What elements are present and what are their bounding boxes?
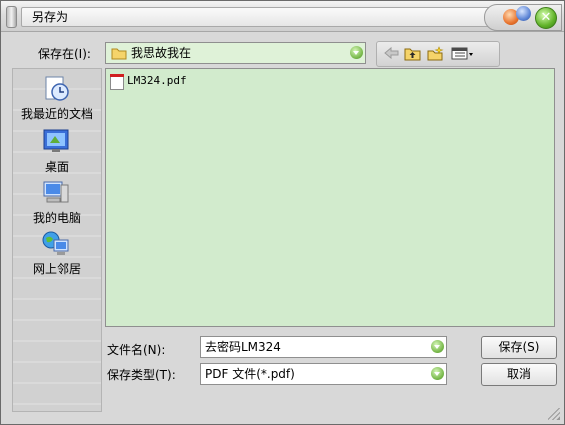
place-desktop[interactable]: 桌面 bbox=[13, 125, 101, 175]
file-name: LM324.pdf bbox=[127, 74, 187, 87]
network-places-icon bbox=[42, 231, 69, 255]
filetype-value: PDF 文件(*.pdf) bbox=[205, 367, 295, 381]
place-label: 我的电脑 bbox=[32, 211, 81, 225]
folder-icon bbox=[111, 48, 127, 60]
desktop-icon bbox=[43, 129, 69, 152]
chevron-down-icon[interactable] bbox=[431, 367, 444, 380]
place-label: 我最近的文档 bbox=[20, 107, 93, 121]
pdf-file-icon bbox=[110, 74, 124, 90]
place-label: 桌面 bbox=[44, 160, 69, 174]
up-folder-icon[interactable] bbox=[404, 46, 421, 61]
save-in-value: 我思故我在 bbox=[131, 46, 192, 60]
filename-input[interactable]: 去密码LM324 bbox=[200, 336, 447, 358]
window-title: 另存为 bbox=[21, 7, 491, 27]
save-in-dropdown[interactable]: 我思故我在 bbox=[105, 42, 366, 64]
back-icon[interactable] bbox=[383, 46, 400, 61]
title-grip[interactable] bbox=[6, 6, 17, 28]
close-icon: ✕ bbox=[540, 10, 552, 25]
cancel-button[interactable]: 取消 bbox=[481, 363, 557, 386]
filename-label: 文件名(N): bbox=[107, 343, 166, 357]
new-folder-icon[interactable] bbox=[427, 46, 444, 61]
filetype-label: 保存类型(T): bbox=[107, 368, 176, 382]
chevron-down-icon[interactable] bbox=[431, 340, 444, 353]
navigation-toolbar bbox=[376, 41, 500, 67]
filename-value: 去密码LM324 bbox=[205, 340, 281, 354]
save-as-dialog: 另存为 ✕ 保存在(I): 我思故我在 我最近的文档 桌面 我的电脑 网上邻居 … bbox=[0, 0, 565, 425]
place-label: 网上邻居 bbox=[32, 262, 81, 276]
save-button[interactable]: 保存(S) bbox=[481, 336, 557, 359]
file-list[interactable]: LM324.pdf bbox=[105, 68, 555, 327]
recent-documents-icon bbox=[45, 76, 69, 101]
save-in-label: 保存在(I): bbox=[38, 47, 91, 61]
places-bar: 我最近的文档 桌面 我的电脑 网上邻居 bbox=[12, 68, 102, 412]
filetype-dropdown[interactable]: PDF 文件(*.pdf) bbox=[200, 363, 447, 385]
place-network-places[interactable]: 网上邻居 bbox=[13, 227, 101, 277]
my-computer-icon bbox=[43, 181, 69, 203]
place-my-computer[interactable]: 我的电脑 bbox=[13, 176, 101, 226]
close-button[interactable]: ✕ bbox=[535, 7, 557, 29]
chevron-down-icon[interactable] bbox=[350, 46, 363, 59]
view-menu-icon[interactable] bbox=[451, 46, 475, 61]
place-recent-documents[interactable]: 我最近的文档 bbox=[13, 72, 101, 122]
maximize-button[interactable] bbox=[516, 6, 531, 21]
title-bar[interactable]: 另存为 ✕ bbox=[1, 1, 564, 32]
resize-grip-icon[interactable] bbox=[548, 408, 560, 420]
title-buttons: ✕ bbox=[484, 4, 562, 31]
